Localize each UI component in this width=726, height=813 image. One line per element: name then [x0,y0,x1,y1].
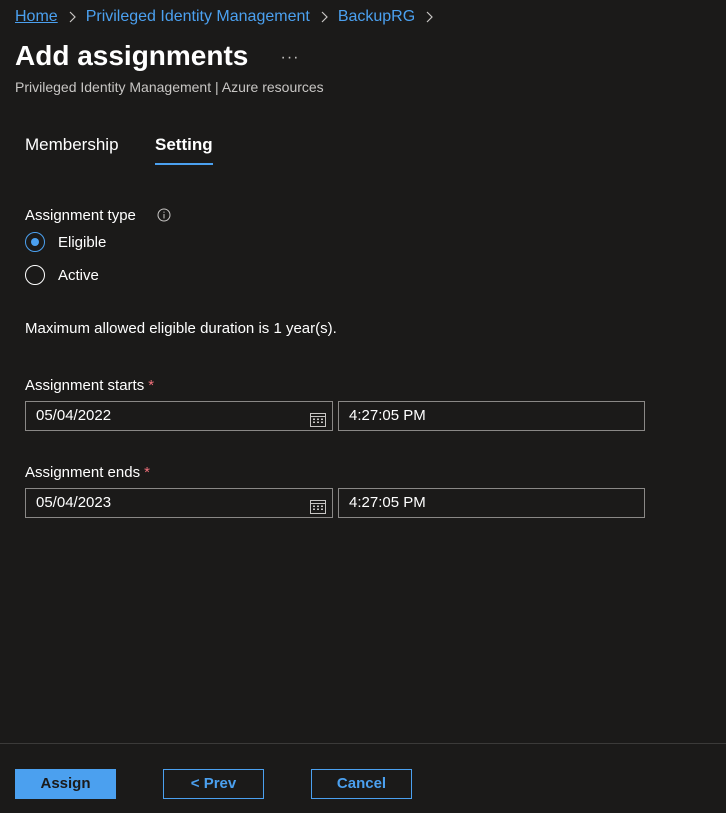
assignment-ends-label: Assignment ends * [25,463,150,483]
info-icon[interactable] [157,208,171,222]
calendar-icon[interactable] [310,496,326,514]
cancel-button[interactable]: Cancel [311,769,412,799]
assignment-type-label: Assignment type [25,207,136,224]
start-date-value: 05/04/2022 [36,407,112,424]
radio-button-checked[interactable] [25,232,45,252]
tab-membership[interactable]: Membership [25,133,119,157]
radio-active-label: Active [58,266,99,284]
duration-note: Maximum allowed eligible duration is 1 y… [25,320,337,337]
assignment-starts-text: Assignment starts [25,377,145,394]
chevron-right-icon [58,11,86,23]
breadcrumb-home-link[interactable]: Home [15,8,58,26]
end-time-input[interactable]: 4:27:05 PM [338,488,645,518]
radio-button-unchecked[interactable] [25,265,45,285]
assignment-ends-text: Assignment ends [25,464,141,481]
end-date-value: 05/04/2023 [36,494,112,511]
tab-setting[interactable]: Setting [155,133,213,165]
chevron-right-icon [310,11,338,23]
calendar-icon[interactable] [310,409,326,427]
start-time-value: 4:27:05 PM [349,407,426,424]
assignment-starts-label: Assignment starts * [25,376,154,396]
breadcrumb-pim-link[interactable]: Privileged Identity Management [86,8,310,26]
radio-active[interactable]: Active [25,263,99,287]
end-time-value: 4:27:05 PM [349,494,426,511]
breadcrumb: Home Privileged Identity Management Back… [15,6,443,28]
start-date-input[interactable]: 05/04/2022 [25,401,333,431]
breadcrumb-backuprg-link[interactable]: BackupRG [338,8,415,26]
assign-button[interactable]: Assign [15,769,116,799]
required-marker: * [148,377,155,394]
page-subtitle: Privileged Identity Management | Azure r… [15,79,324,95]
more-options-button[interactable]: ··· [278,48,302,68]
start-time-input[interactable]: 4:27:05 PM [338,401,645,431]
footer-divider [0,743,726,744]
page-title: Add assignments [15,40,249,71]
prev-button[interactable]: < Prev [163,769,264,799]
chevron-right-icon [415,11,443,23]
end-date-input[interactable]: 05/04/2023 [25,488,333,518]
radio-eligible[interactable]: Eligible [25,230,106,254]
required-marker: * [144,464,150,481]
radio-eligible-label: Eligible [58,233,107,251]
